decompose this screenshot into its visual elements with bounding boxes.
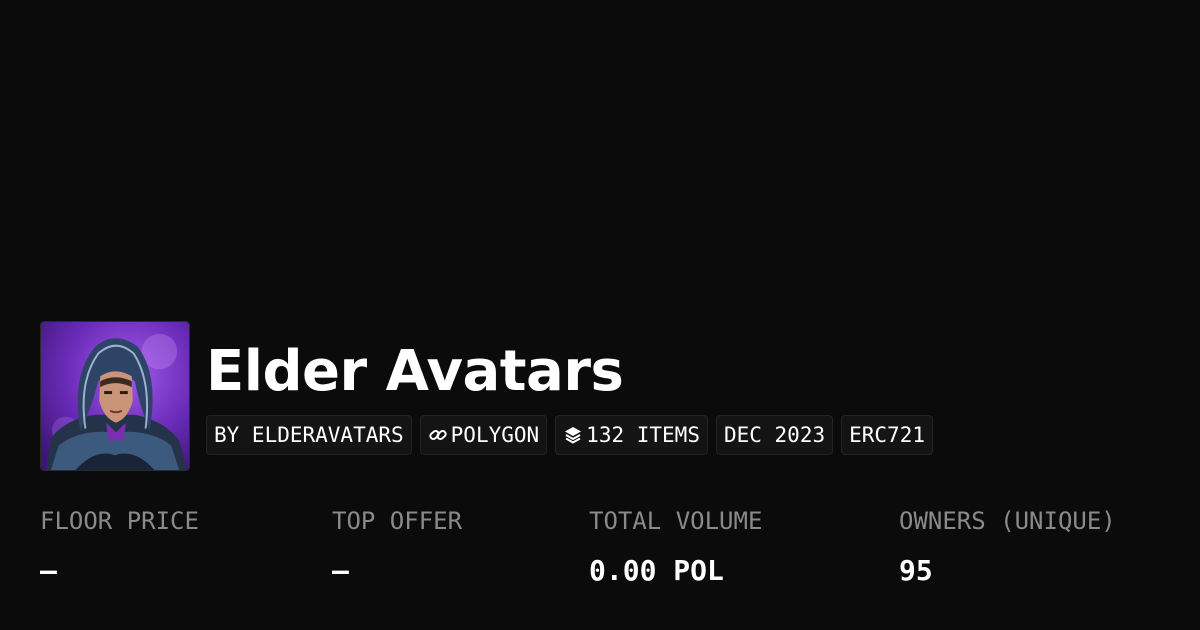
standard-tag: ERC721 — [841, 415, 933, 455]
creator-tag[interactable]: BY ELDERAVATARS — [206, 415, 412, 455]
collection-avatar — [40, 321, 190, 471]
collection-tags: BY ELDERAVATARS POLYGON 132 ITEMS DEC 20… — [206, 415, 933, 455]
stat-total-volume: TOTAL VOLUME 0.00 POL — [589, 503, 762, 589]
collection-title: Elder Avatars — [206, 339, 624, 404]
date-tag: DEC 2023 — [715, 415, 834, 455]
stat-label: TOTAL VOLUME — [589, 507, 763, 535]
stat-label: TOP OFFER — [332, 507, 463, 535]
stat-top-offer: TOP OFFER – — [332, 503, 462, 589]
chain-tag-label: POLYGON — [450, 423, 540, 447]
chain-tag[interactable]: POLYGON — [419, 415, 548, 455]
creator-tag-label: BY ELDERAVATARS — [214, 423, 404, 447]
chain-link-icon — [428, 425, 448, 445]
stat-value: – — [332, 554, 349, 587]
stat-value: 95 — [899, 554, 933, 587]
stat-owners: OWNERS (UNIQUE) 95 — [899, 503, 1116, 589]
items-tag[interactable]: 132 ITEMS — [555, 415, 708, 455]
stat-value: – — [40, 554, 57, 587]
date-tag-label: DEC 2023 — [723, 423, 826, 447]
hooded-man-portrait — [41, 322, 189, 470]
stat-floor-price: FLOOR PRICE – — [40, 503, 199, 589]
standard-tag-label: ERC721 — [849, 423, 925, 447]
layers-icon — [563, 425, 583, 445]
items-tag-label: 132 ITEMS — [586, 423, 700, 447]
stat-label: FLOOR PRICE — [40, 507, 199, 535]
stat-value: 0.00 POL — [589, 554, 724, 587]
stat-label: OWNERS (UNIQUE) — [899, 507, 1116, 535]
